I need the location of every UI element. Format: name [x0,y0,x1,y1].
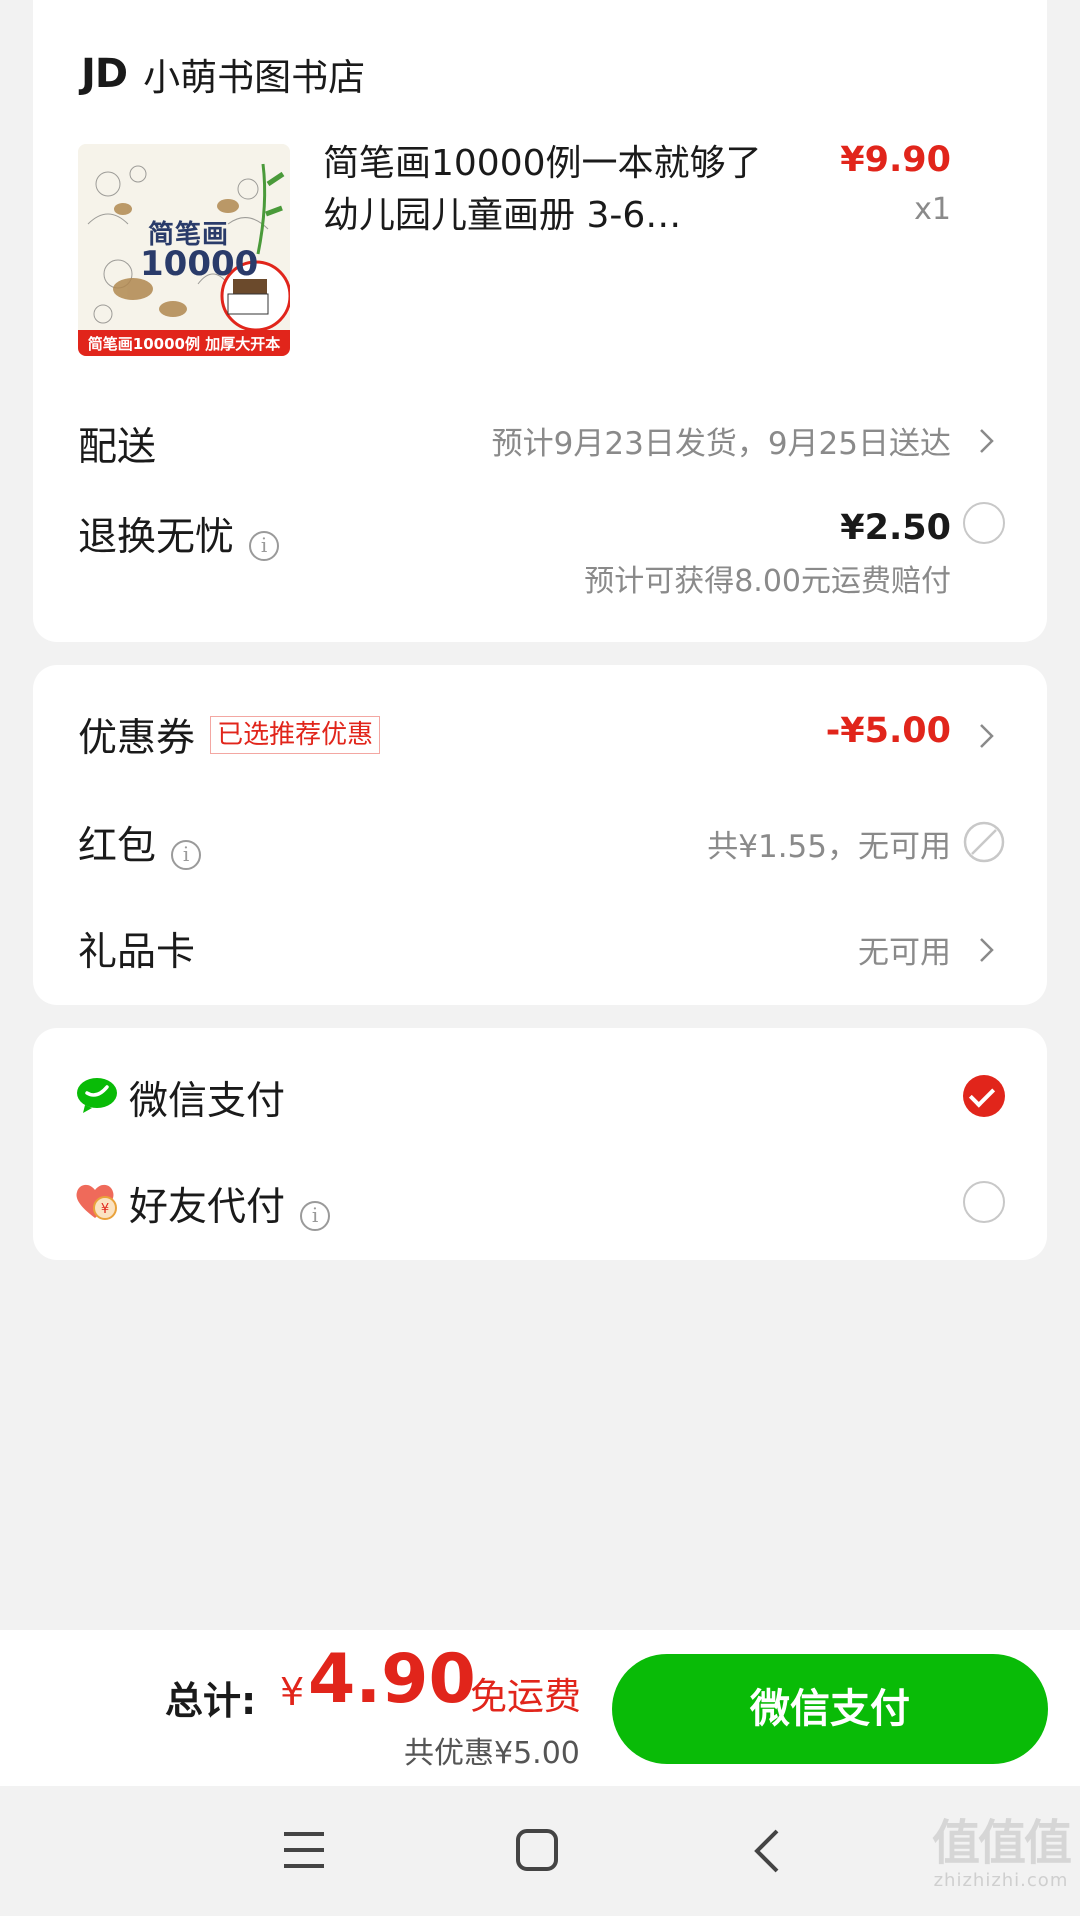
payment-radio[interactable] [963,1181,1005,1223]
red-packet-label-group: 红包 i [78,815,202,871]
saved-amount-text: 共优惠¥5.00 [404,1736,580,1771]
unavailable-icon [963,821,1005,863]
cover-banner: 简笔画10000例 加厚大开本 [87,335,281,353]
total-amount: 4.90 [308,1640,476,1719]
coupon-label-group: 优惠券 已选推荐优惠 [78,707,381,763]
red-packet-label: 红包 [78,824,157,869]
store-header[interactable]: JD 小萌书图书店 [81,42,365,106]
chevron-right-icon [980,429,994,453]
delivery-row[interactable]: 配送 预计9月23日发货，9月25日送达 [33,410,1047,470]
home-icon[interactable] [515,1828,559,1872]
payment-radio-checked[interactable] [963,1075,1005,1117]
returns-price: ¥2.50 [840,508,951,548]
product-price: ¥9.90 [840,140,951,180]
delivery-value: 预计9月23日发货，9月25日送达 [491,426,951,462]
gift-card-row[interactable]: 礼品卡 无可用 [33,917,1047,977]
returns-radio[interactable] [963,502,1005,544]
system-nav-bar: 值值值 zhizhizhi.com [0,1786,1080,1916]
payment-option-label: 微信支付 [129,1079,286,1124]
watermark-text: 值值值 [931,1815,1072,1871]
gift-card-label: 礼品卡 [78,930,196,975]
info-icon[interactable]: i [300,1200,331,1231]
payment-option-label: 好友代付 [129,1185,286,1230]
returns-note: 预计可获得8.00元运费赔付 [584,564,951,599]
chevron-right-icon [980,724,994,748]
total-label: 总计: [165,1679,257,1723]
checkout-bar: 总计: ¥ 4.90 免运费 共优惠¥5.00 微信支付 [0,1630,1080,1786]
discount-card: 优惠券 已选推荐优惠 -¥5.00 红包 i 共¥1.55，无可用 礼品卡 无可… [33,665,1047,1005]
shipping-free: 免运费 [470,1675,581,1718]
cover-number: 10000 [140,244,259,284]
watermark-domain: zhizhizhi.com [933,1870,1069,1891]
friend-pay-label-group: 好友代付 i [129,1176,331,1232]
svg-text:¥: ¥ [101,1202,109,1217]
product-quantity: x1 [914,192,951,227]
friend-pay-icon: ¥ [76,1184,117,1220]
back-icon[interactable] [752,1828,782,1874]
coupon-label: 优惠券 [78,716,196,761]
total-currency: ¥ [280,1670,305,1714]
product-title[interactable]: 简笔画10000例一本就够了 幼儿园儿童画册 3-6… [323,138,793,242]
info-icon[interactable]: i [171,839,202,870]
payment-option-wechat[interactable]: 微信支付 [33,1066,1047,1126]
wechat-icon [77,1078,117,1113]
info-icon[interactable]: i [249,530,280,561]
red-packet-value: 共¥1.55，无可用 [707,829,951,865]
coupon-badge: 已选推荐优惠 [210,716,381,754]
coupon-row[interactable]: 优惠券 已选推荐优惠 -¥5.00 [33,705,1047,765]
gift-card-value: 无可用 [858,935,951,971]
payment-option-friend[interactable]: ¥ 好友代付 i [33,1172,1047,1232]
order-card: JD 小萌书图书店 简笔画 10000 简笔画10000例 加厚大开本 简笔画1… [33,0,1047,642]
jd-logo: JD [81,51,128,97]
product-image[interactable]: 简笔画 10000 简笔画10000例 加厚大开本 [78,144,290,356]
delivery-label: 配送 [78,425,157,470]
returns-row: 退换无忧 i ¥2.50 预计可获得8.00元运费赔付 [33,502,1047,602]
saved-amount: 共优惠¥5.00 [404,1728,580,1772]
menu-icon[interactable] [282,1830,326,1870]
coupon-value: -¥5.00 [825,711,951,751]
chevron-right-icon [980,938,994,962]
red-packet-row[interactable]: 红包 i 共¥1.55，无可用 [33,811,1047,871]
store-name: 小萌书图书店 [143,56,366,99]
wechat-pay-button[interactable]: 微信支付 [612,1654,1048,1764]
watermark: 值值值 zhizhizhi.com [931,1815,1072,1891]
returns-label-group: 退换无忧 i [78,506,280,562]
returns-label: 退换无忧 [78,515,235,560]
payment-card: 微信支付 ¥ 好友代付 i [33,1028,1047,1260]
wechat-pay-button-label: 微信支付 [750,1686,910,1732]
